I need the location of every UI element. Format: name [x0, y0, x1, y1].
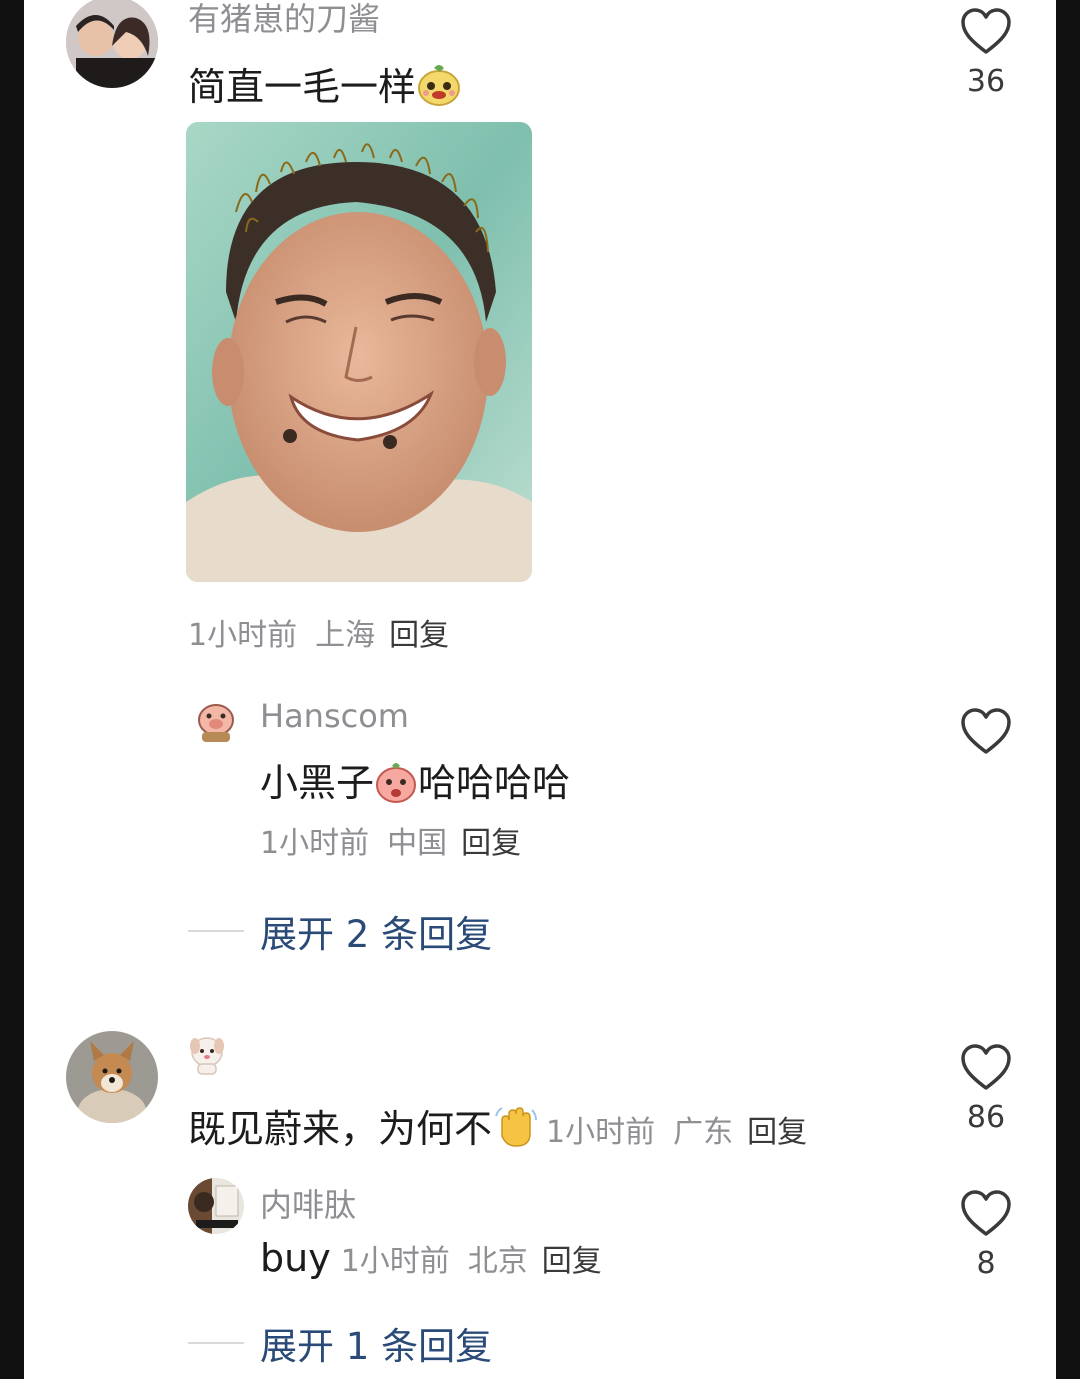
waving-hand-icon	[492, 1104, 538, 1159]
comment-location: 上海	[315, 618, 376, 653]
comment-text: 既见蔚来，为何不 1小时前 广东 回复	[188, 1098, 807, 1159]
grinning-face-sticker-icon	[416, 62, 462, 117]
divider	[188, 930, 244, 932]
like-count: 8	[976, 1246, 996, 1281]
comment-location: 广东	[673, 1115, 734, 1150]
reply-username[interactable]: 内啡肽	[260, 1180, 356, 1226]
reply-text-after: 哈哈哈哈	[418, 761, 571, 805]
reply-text: buy 1小时前 北京 回复	[260, 1236, 602, 1280]
reply-time: 1小时前	[260, 826, 370, 861]
like-button[interactable]	[941, 708, 1031, 756]
heart-icon	[961, 1044, 1011, 1090]
avatar[interactable]	[66, 0, 158, 88]
heart-icon	[961, 8, 1011, 54]
reply-button[interactable]: 回复	[461, 826, 521, 861]
comment-meta: 1小时前 上海 回复	[188, 610, 449, 654]
like-button[interactable]: 36	[941, 8, 1031, 99]
comment-username[interactable]: 有猪崽的刀酱	[188, 0, 380, 40]
comment-text-label: 简直一毛一样	[188, 65, 417, 109]
heart-icon	[961, 708, 1011, 754]
expand-replies-label: 展开 2 条回复	[260, 913, 493, 956]
reply-avatar[interactable]	[188, 1178, 244, 1234]
reply-location: 中国	[387, 826, 448, 861]
comments-panel: 有猪崽的刀酱 简直一毛一样 1小时前 上海 回复 36 Hanscom 小黑子 …	[24, 0, 1056, 1379]
reply-avatar[interactable]	[194, 700, 238, 744]
peach-cheeky-sticker-icon	[374, 760, 418, 813]
like-button[interactable]: 8	[941, 1190, 1031, 1281]
reply-time: 1小时前	[340, 1244, 450, 1279]
reply-button[interactable]: 回复	[747, 1115, 807, 1150]
reply-text: 小黑子 哈哈哈哈	[260, 752, 570, 813]
comment-time: 1小时前	[188, 618, 298, 653]
reply-meta: 1小时前 中国 回复	[260, 818, 521, 862]
comment-time: 1小时前	[546, 1115, 656, 1150]
puppy-sticker-icon[interactable]	[188, 1032, 226, 1080]
comment-text: 简直一毛一样	[188, 56, 462, 117]
like-count: 36	[966, 64, 1006, 99]
expand-replies-label: 展开 1 条回复	[260, 1325, 493, 1368]
reply-username[interactable]: Hanscom	[260, 697, 409, 735]
reply-button[interactable]: 回复	[389, 618, 449, 653]
reply-location: 北京	[467, 1244, 528, 1279]
heart-icon	[961, 1190, 1011, 1236]
expand-replies-button[interactable]: 展开 1 条回复	[188, 1316, 492, 1370]
comment-photo[interactable]	[186, 122, 532, 582]
comment-text-label: 既见蔚来，为何不	[188, 1107, 493, 1151]
like-button[interactable]: 86	[941, 1044, 1031, 1135]
reply-text-label: buy	[260, 1236, 331, 1280]
like-count: 86	[966, 1100, 1006, 1135]
divider	[188, 1342, 244, 1344]
avatar[interactable]	[66, 1031, 158, 1123]
expand-replies-button[interactable]: 展开 2 条回复	[188, 904, 492, 958]
reply-text-before: 小黑子	[260, 761, 375, 805]
reply-button[interactable]: 回复	[542, 1244, 602, 1279]
